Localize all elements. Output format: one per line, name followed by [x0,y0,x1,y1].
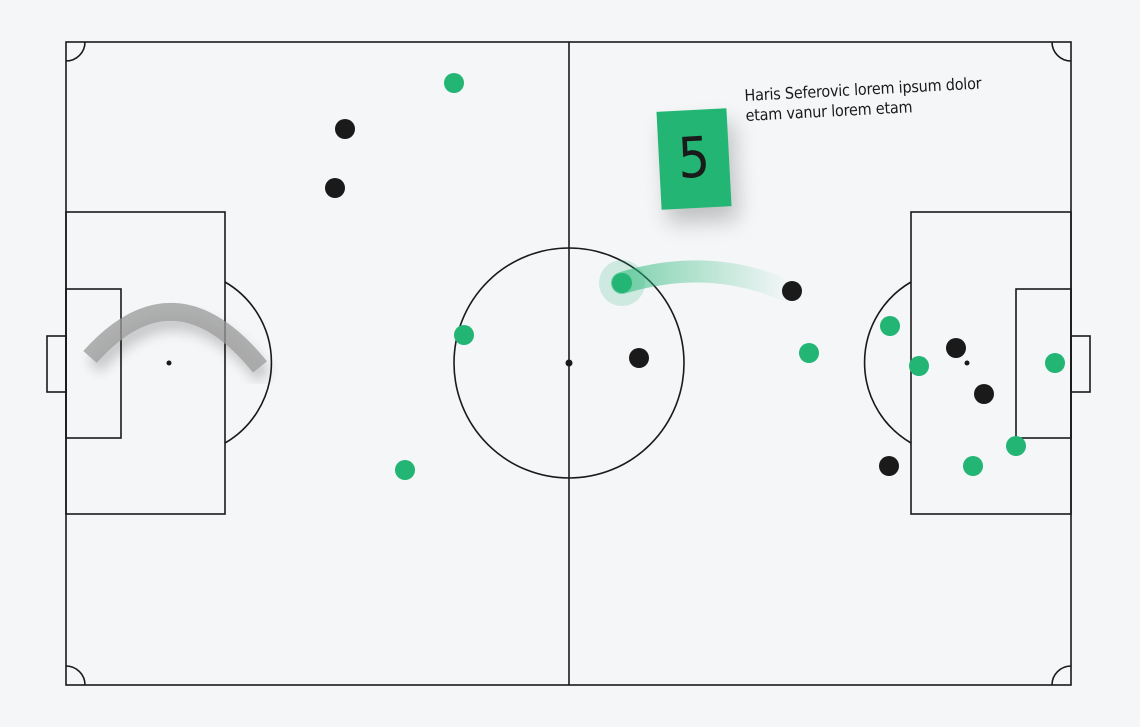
left-penalty-spot [166,360,172,366]
corner-arc-bottom-right [1051,665,1072,686]
player-green[interactable] [454,325,474,345]
player-black[interactable] [879,456,899,476]
player-green[interactable] [880,316,900,336]
shot-arc [83,303,267,373]
player-green[interactable] [963,456,983,476]
player-number: 5 [676,125,712,192]
player-green[interactable] [444,73,464,93]
player-black[interactable] [335,119,355,139]
pass-trail [611,260,801,303]
player-black[interactable] [974,384,994,404]
player-green[interactable] [1006,436,1026,456]
right-penalty-spot [964,360,970,366]
player-black[interactable] [782,281,802,301]
player-green[interactable] [1045,353,1065,373]
player-green[interactable] [909,356,929,376]
left-goal-area [65,288,122,439]
corner-arc-top-left [65,41,86,62]
center-spot [565,359,573,367]
corner-arc-top-right [1051,41,1072,62]
player-number-card: 5 [656,108,732,210]
right-penalty-arc [863,281,912,444]
player-black[interactable] [946,338,966,358]
player-black[interactable] [629,348,649,368]
tactics-board: 5 Haris Seferovic lorem ipsum dolor etam… [0,0,1140,727]
left-goal [46,335,67,393]
right-goal [1070,335,1091,393]
player-black[interactable] [325,178,345,198]
left-penalty-area [65,211,226,515]
player-green[interactable] [395,460,415,480]
player-green[interactable] [799,343,819,363]
corner-arc-bottom-left [65,665,86,686]
player-green[interactable] [612,273,632,293]
